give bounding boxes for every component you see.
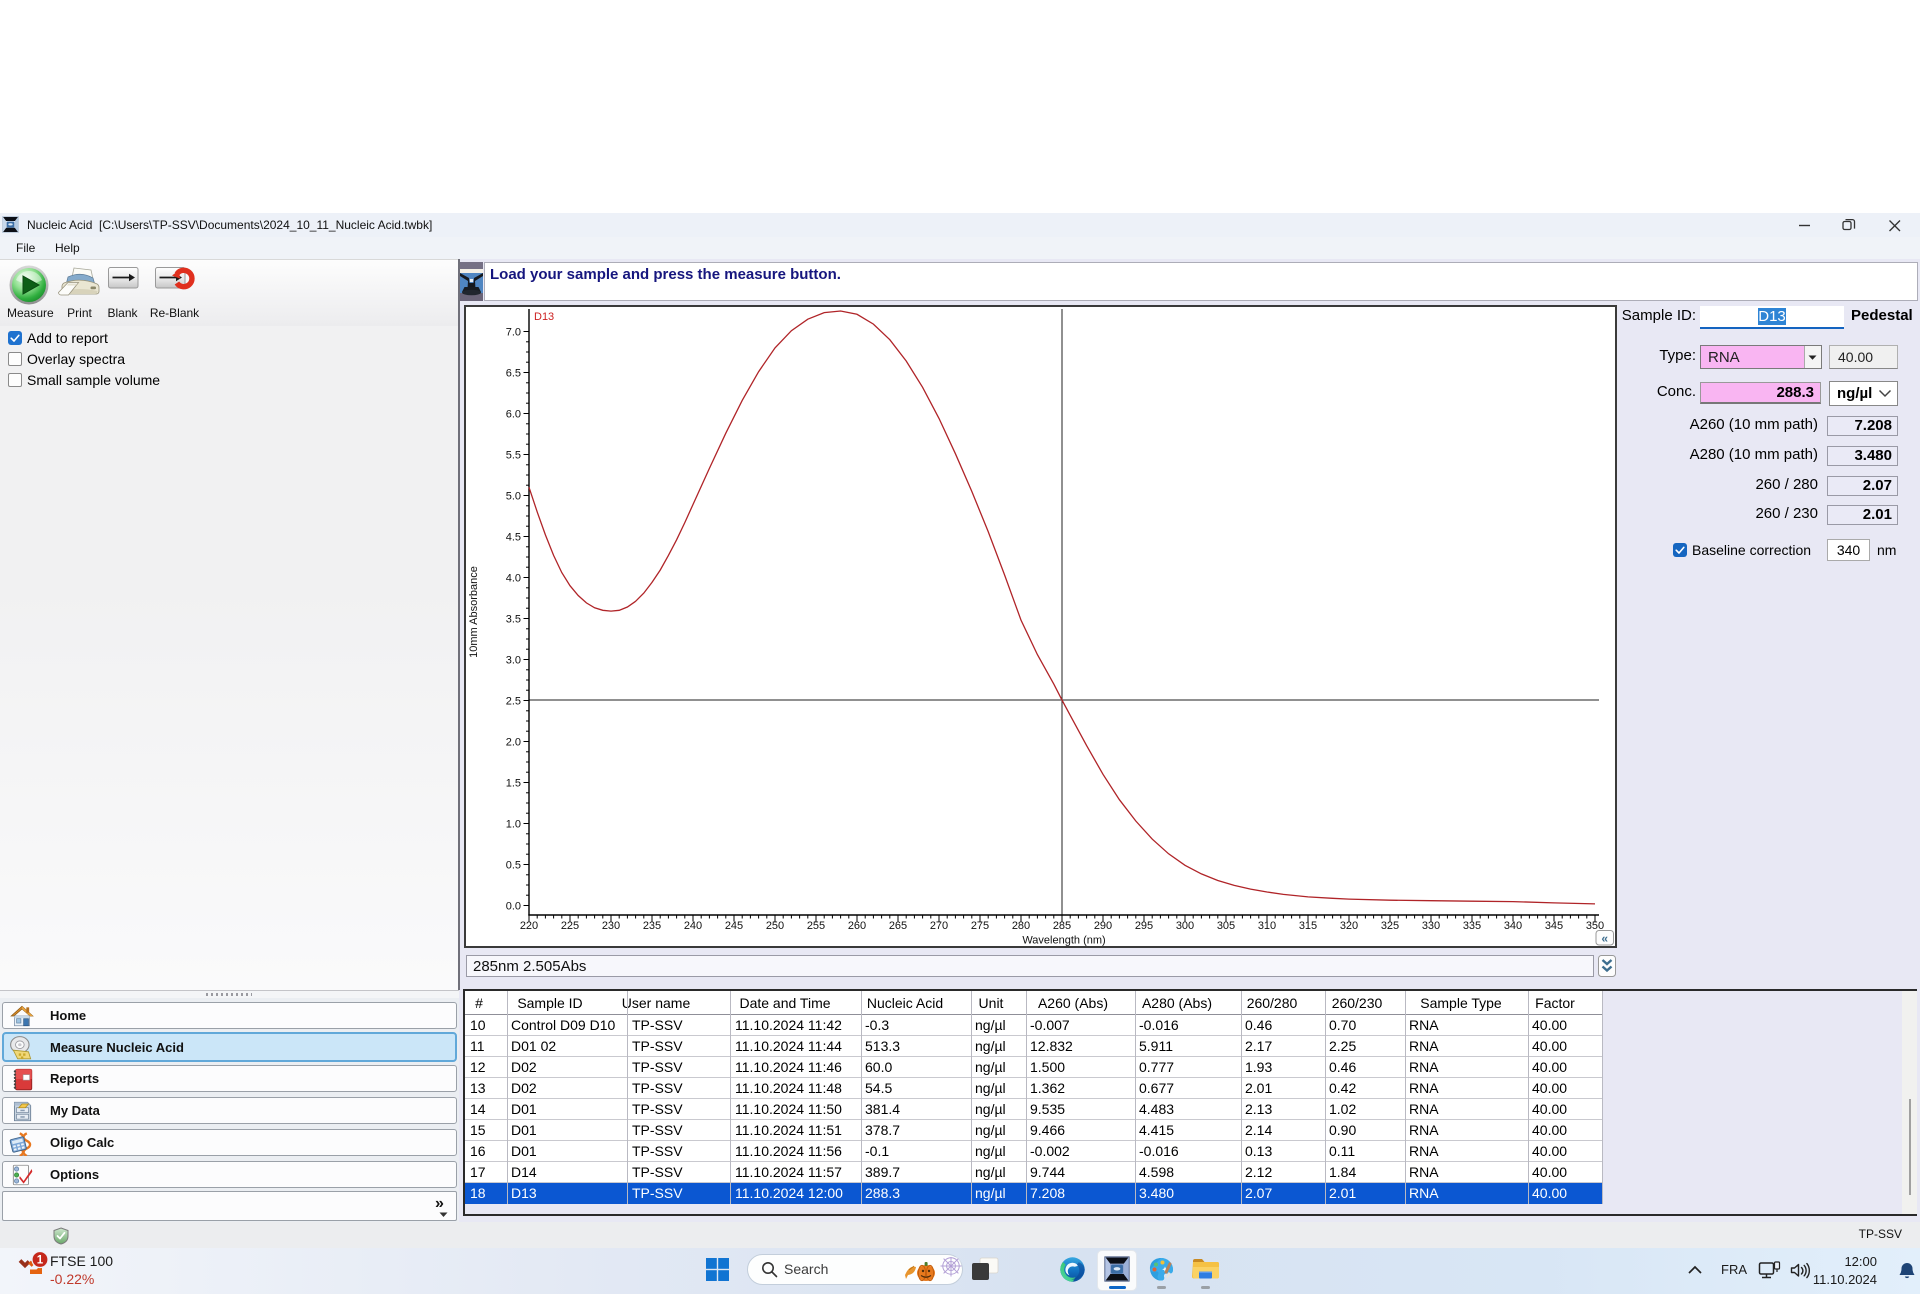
svg-text:255: 255 <box>807 920 825 932</box>
svg-text:4.5: 4.5 <box>506 532 521 544</box>
svg-text:3.5: 3.5 <box>506 614 521 626</box>
svg-text:1.0: 1.0 <box>506 819 521 831</box>
svg-text:10mm Absorbance: 10mm Absorbance <box>468 566 480 658</box>
svg-text:300: 300 <box>1176 920 1194 932</box>
svg-text:1.5: 1.5 <box>506 778 521 790</box>
svg-text:4.0: 4.0 <box>506 573 521 585</box>
svg-text:5.0: 5.0 <box>506 491 521 503</box>
svg-text:1: 1 <box>37 1255 44 1267</box>
svg-text:250: 250 <box>766 920 784 932</box>
svg-text:320: 320 <box>1340 920 1358 932</box>
svg-text:0.0: 0.0 <box>506 901 521 913</box>
svg-text:7.0: 7.0 <box>506 327 521 339</box>
svg-text:2.0: 2.0 <box>506 737 521 749</box>
svg-text:305: 305 <box>1217 920 1235 932</box>
svg-text:285: 285 <box>1053 920 1071 932</box>
svg-text:6.0: 6.0 <box>506 409 521 421</box>
svg-text:Wavelength (nm): Wavelength (nm) <box>1022 935 1105 947</box>
svg-text:335: 335 <box>1463 920 1481 932</box>
svg-text:220: 220 <box>520 920 538 932</box>
svg-text:275: 275 <box>971 920 989 932</box>
svg-text:345: 345 <box>1545 920 1563 932</box>
svg-text:260: 260 <box>848 920 866 932</box>
svg-text:5.5: 5.5 <box>506 450 521 462</box>
svg-text:2.5: 2.5 <box>506 696 521 708</box>
svg-text:«: « <box>1601 932 1608 946</box>
svg-text:340: 340 <box>1504 920 1522 932</box>
svg-text:325: 325 <box>1381 920 1399 932</box>
svg-text:315: 315 <box>1299 920 1317 932</box>
svg-text:270: 270 <box>930 920 948 932</box>
svg-text:245: 245 <box>725 920 743 932</box>
svg-text:0.5: 0.5 <box>506 860 521 872</box>
svg-text:265: 265 <box>889 920 907 932</box>
svg-text:235: 235 <box>643 920 661 932</box>
svg-text:240: 240 <box>684 920 702 932</box>
svg-text:330: 330 <box>1422 920 1440 932</box>
svg-text:295: 295 <box>1135 920 1153 932</box>
svg-text:280: 280 <box>1012 920 1030 932</box>
svg-text:225: 225 <box>561 920 579 932</box>
svg-text:6.5: 6.5 <box>506 368 521 380</box>
svg-text:290: 290 <box>1094 920 1112 932</box>
svg-text:310: 310 <box>1258 920 1276 932</box>
svg-text:D13: D13 <box>534 311 554 323</box>
svg-text:230: 230 <box>602 920 620 932</box>
svg-text:3.0: 3.0 <box>506 655 521 667</box>
